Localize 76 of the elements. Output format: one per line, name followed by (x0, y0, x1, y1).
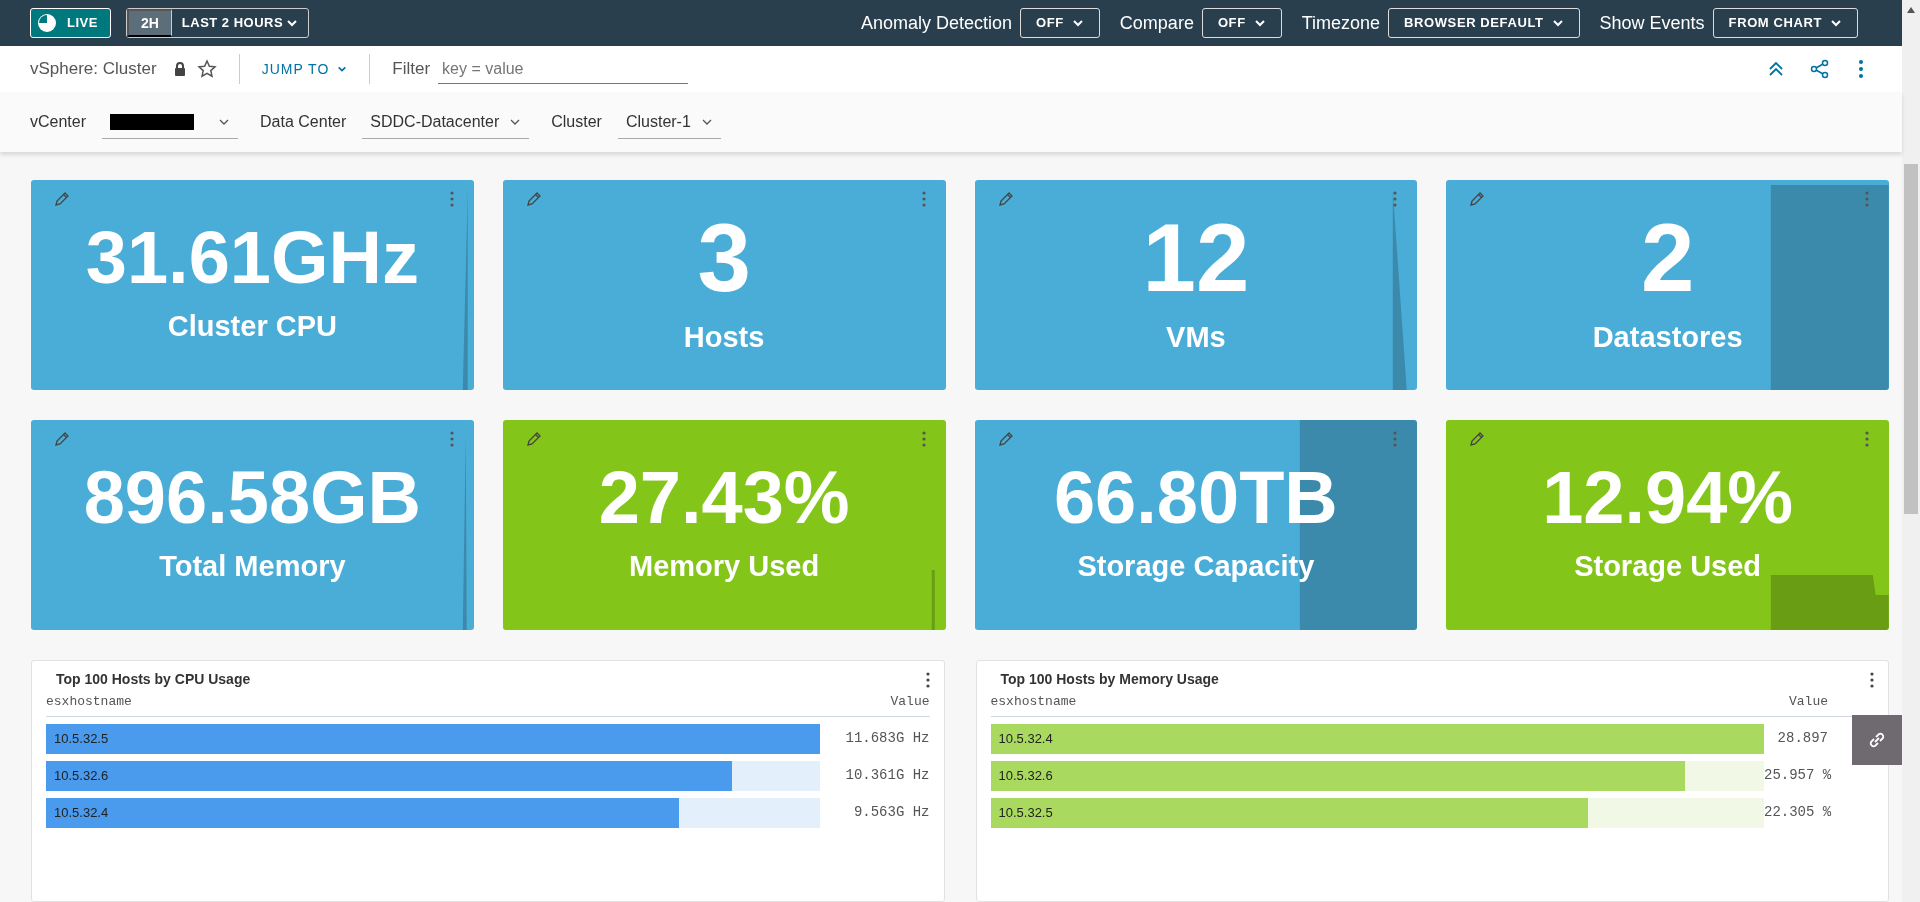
host-name: 10.5.32.4 (997, 729, 1054, 748)
chevron-down-icon (286, 17, 299, 29)
stat-label: Cluster CPU (167, 309, 337, 345)
more-options-icon[interactable] (925, 670, 930, 689)
host-name: 10.5.32.6 (53, 766, 110, 785)
chevron-down-icon (337, 64, 348, 74)
pencil-icon[interactable] (524, 190, 543, 208)
time-range-dropdown[interactable]: LAST 2 HOURS (171, 9, 309, 37)
control-dropdown[interactable]: OFF (1020, 8, 1100, 38)
link-button[interactable] (1852, 715, 1902, 765)
value-text: 22.305 % (1764, 803, 1833, 822)
jump-to-dropdown[interactable]: JUMP TO (261, 58, 348, 80)
stat-label: Total Memory (159, 549, 346, 585)
more-options-icon[interactable] (1858, 59, 1864, 79)
pie-icon (37, 13, 57, 33)
value-text: 28.897 (1776, 729, 1829, 748)
scope-label: Data Center (260, 112, 347, 132)
scrollbar-thumb[interactable] (1904, 164, 1918, 514)
stat-label: VMs (1166, 320, 1226, 356)
stat-label: Memory Used (629, 549, 820, 585)
column-header: Value (1789, 693, 1828, 711)
host-name: 10.5.32.5 (997, 803, 1054, 822)
stat-value: 896.58GB (83, 461, 422, 536)
stat-value: 31.61GHz (85, 221, 419, 296)
value-text: 9.563G Hz (852, 803, 930, 822)
chevron-down-icon (1551, 17, 1564, 29)
control-label: Anomaly Detection (861, 11, 1013, 35)
pencil-icon[interactable] (53, 190, 71, 208)
stat-value: 27.43% (598, 461, 850, 536)
column-header: esxhostname (46, 693, 132, 711)
pencil-icon[interactable] (524, 430, 543, 448)
control-label: Compare (1119, 11, 1194, 35)
scope-label: vCenter (30, 112, 87, 132)
column-header: esxhostname (990, 693, 1077, 711)
pencil-icon[interactable] (996, 190, 1015, 208)
scope-label: Cluster (551, 112, 602, 132)
pencil-icon[interactable] (996, 430, 1015, 448)
more-options-icon[interactable] (1870, 670, 1874, 689)
dashboard-title: vSphere: Cluster (30, 58, 157, 81)
sparkline (931, 570, 935, 630)
host-name: 10.5.32.5 (53, 729, 110, 748)
chevron-down-icon (1071, 17, 1084, 29)
control-label: Show Events (1599, 11, 1705, 35)
control-label: Timezone (1301, 11, 1381, 35)
filter-label: Filter (392, 58, 431, 81)
control-dropdown[interactable]: FROM CHART (1712, 8, 1858, 38)
pencil-icon[interactable] (53, 430, 71, 448)
stat-label: Storage Used (1574, 549, 1762, 585)
chevron-down-icon (1830, 17, 1842, 29)
share-icon[interactable] (1810, 59, 1830, 79)
table-title: Top 100 Hosts by CPU Usage (56, 670, 251, 689)
value-text: 11.683G Hz (844, 729, 930, 748)
time-preset-button[interactable]: 2H (126, 9, 172, 37)
stat-label: Storage Capacity (1077, 549, 1315, 585)
column-header: Value (890, 693, 930, 711)
stat-value: 12.94% (1542, 461, 1794, 536)
host-name: 10.5.32.6 (997, 766, 1054, 785)
stat-value: 12 (1142, 210, 1250, 307)
control-dropdown[interactable]: OFF (1201, 8, 1282, 38)
stat-label: Hosts (683, 320, 765, 356)
scroll-up-arrow-icon[interactable] (1906, 6, 1916, 14)
live-button[interactable]: LIVE (30, 8, 111, 38)
value-text: 25.957 % (1764, 766, 1833, 785)
host-name: 10.5.32.4 (53, 803, 110, 822)
scope-dropdown[interactable]: Cluster-1 (617, 105, 721, 139)
table-title: Top 100 Hosts by Memory Usage (1000, 670, 1219, 689)
stat-value: 66.80TB (1053, 461, 1338, 536)
chevron-down-icon (1253, 17, 1266, 29)
stat-value: 3 (697, 210, 751, 307)
star-icon[interactable] (196, 59, 217, 79)
lock-icon (172, 61, 187, 77)
stat-label: Datastores (1592, 320, 1743, 356)
value-text: 10.361G Hz (844, 766, 930, 785)
control-dropdown[interactable]: BROWSER DEFAULT (1388, 8, 1580, 38)
stat-value: 2 (1640, 210, 1695, 307)
scope-dropdown[interactable]: SDDC-Datacenter (362, 105, 530, 139)
